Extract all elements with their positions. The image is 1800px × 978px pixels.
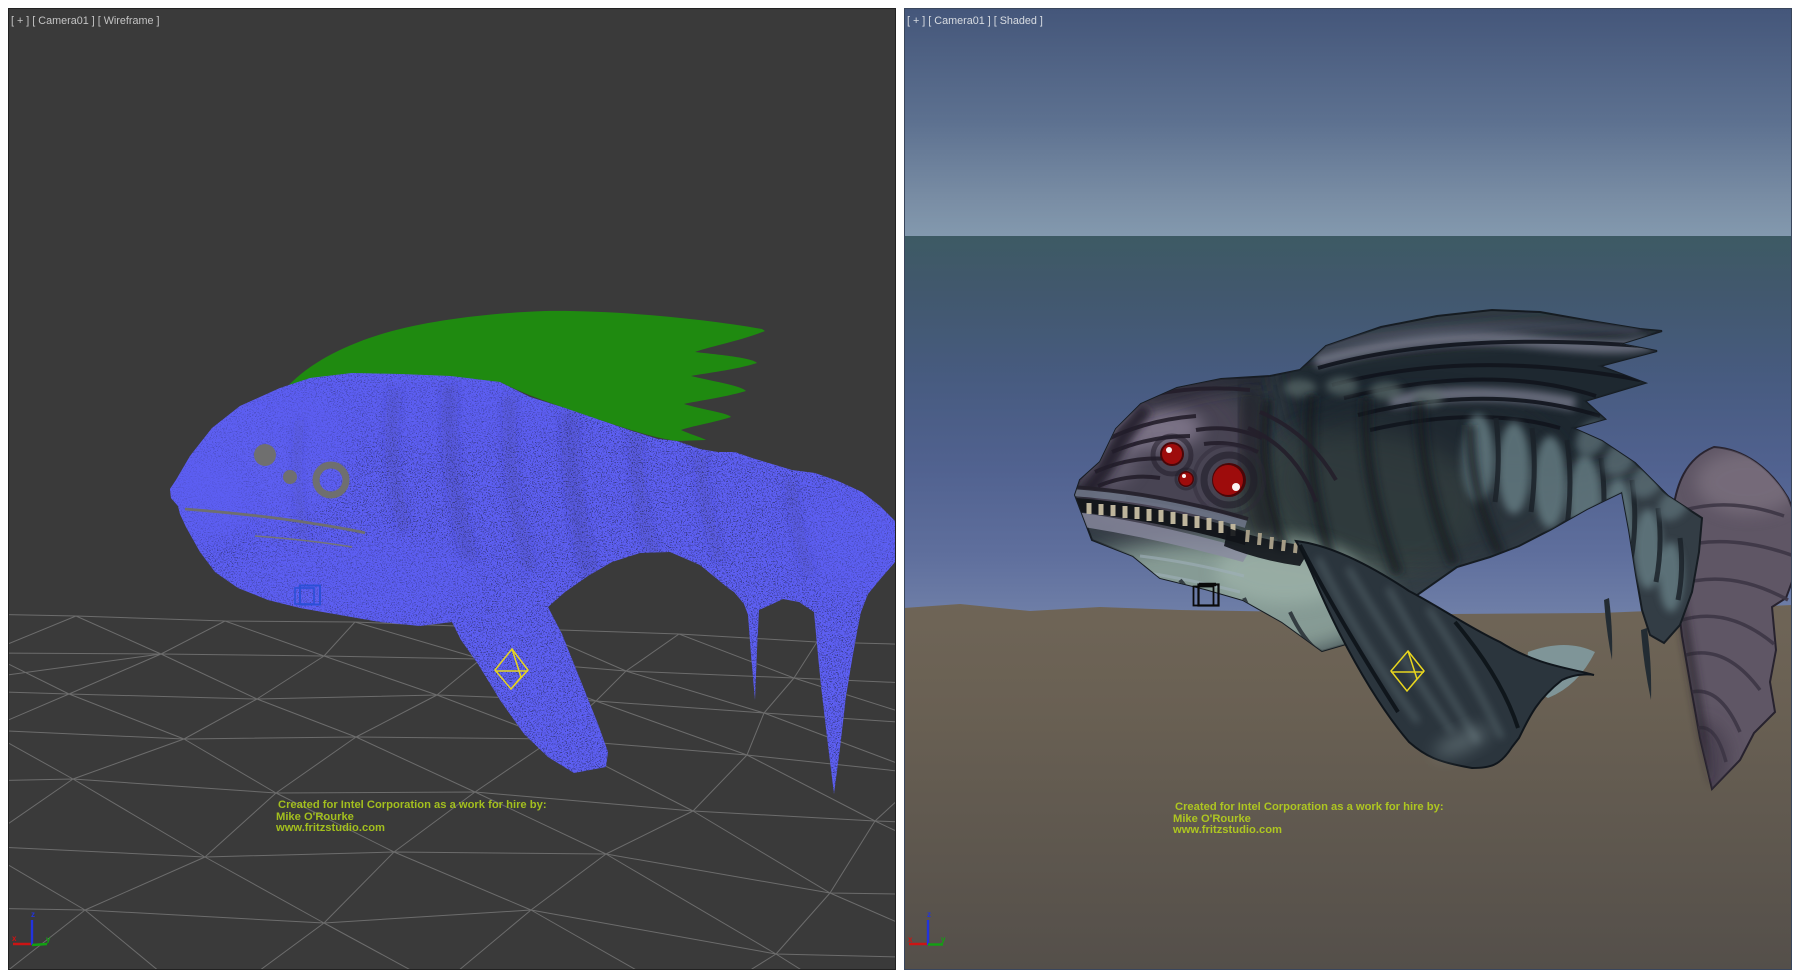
svg-text:z: z (31, 910, 35, 919)
svg-text:Created for Intel Corporation: Created for Intel Corporation as a work … (1175, 801, 1444, 813)
svg-text:www.fritzstudio.com: www.fritzstudio.com (275, 822, 385, 834)
svg-text:x: x (908, 935, 913, 944)
svg-text:x: x (12, 934, 17, 943)
svg-text:Created for Intel Corporation: Created for Intel Corporation as a work … (278, 799, 547, 811)
svg-text:z: z (927, 910, 931, 919)
svg-text:[ + ] [ Camera01 ] [ Wireframe: [ + ] [ Camera01 ] [ Wireframe ] (11, 15, 160, 27)
svg-text:[ + ] [ Camera01 ] [ Shaded ]: [ + ] [ Camera01 ] [ Shaded ] (907, 15, 1043, 27)
svg-text:y: y (941, 935, 946, 944)
svg-text:y: y (46, 935, 51, 944)
svg-text:www.fritzstudio.com: www.fritzstudio.com (1172, 824, 1282, 836)
